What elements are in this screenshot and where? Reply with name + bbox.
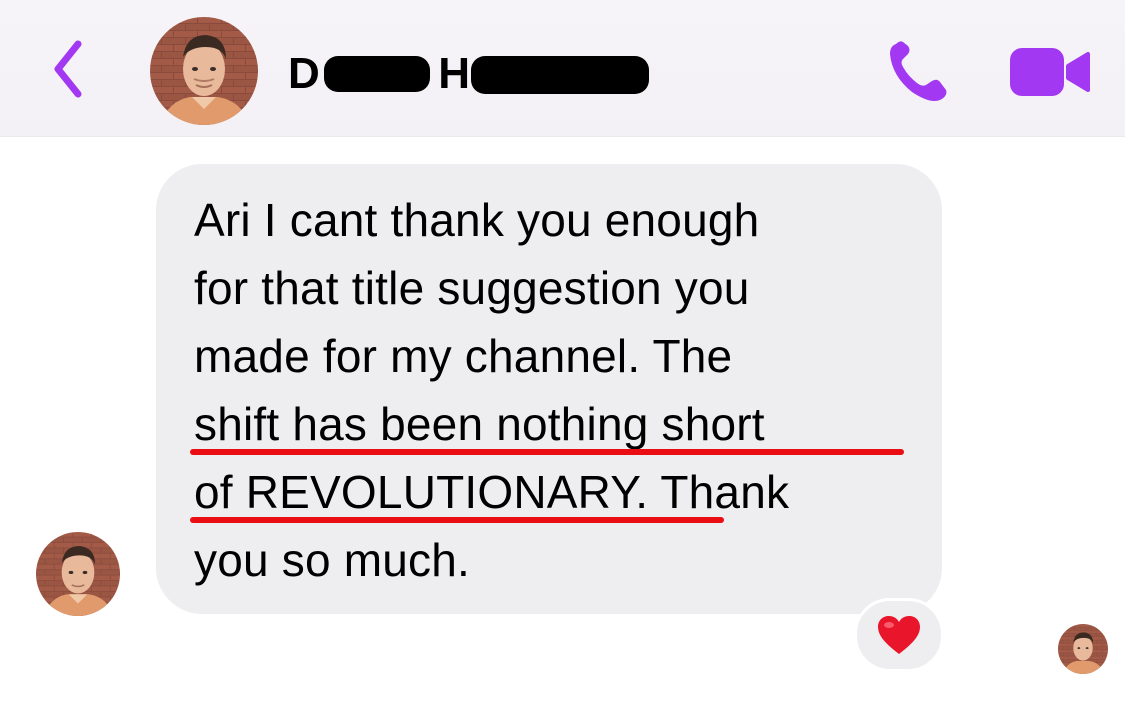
message-line: for that title suggestion you <box>194 262 750 314</box>
contact-name-first: D <box>288 49 321 98</box>
heart-icon <box>878 616 920 654</box>
redaction-mark <box>324 56 431 92</box>
contact-avatar[interactable] <box>150 17 258 125</box>
redacted-block <box>470 54 651 94</box>
avatar-photo <box>150 17 258 125</box>
highlight-underline <box>190 517 724 523</box>
message-line: shift has been nothing short <box>194 398 765 450</box>
video-camera-icon <box>1010 48 1090 96</box>
highlight-underline <box>190 449 904 455</box>
chat-header: D H <box>0 0 1125 137</box>
contact-name-last: H <box>438 49 471 98</box>
message-line: you so much. <box>194 534 470 586</box>
video-call-button[interactable] <box>1008 44 1092 100</box>
read-receipt-avatar <box>1058 624 1108 674</box>
redacted-block <box>320 54 432 94</box>
message-line: Ari I cant thank you enough <box>194 194 760 246</box>
avatar-photo <box>1058 624 1108 674</box>
chat-screen: D H Ari I cant thank you enough for that… <box>0 0 1125 708</box>
message-line: made for my channel. The <box>194 330 733 382</box>
contact-name[interactable]: D H <box>288 46 651 102</box>
phone-icon <box>890 41 947 101</box>
avatar-photo <box>36 532 120 616</box>
message-text: Ari I cant thank you enough for that tit… <box>194 186 934 594</box>
call-button[interactable] <box>882 36 956 106</box>
message-line: of REVOLUTIONARY. Thank <box>194 466 790 518</box>
heart-reaction[interactable] <box>854 598 944 672</box>
redaction-mark <box>470 56 649 94</box>
chevron-left-icon <box>54 40 82 98</box>
back-button[interactable] <box>40 34 100 104</box>
sender-avatar[interactable] <box>36 532 120 616</box>
